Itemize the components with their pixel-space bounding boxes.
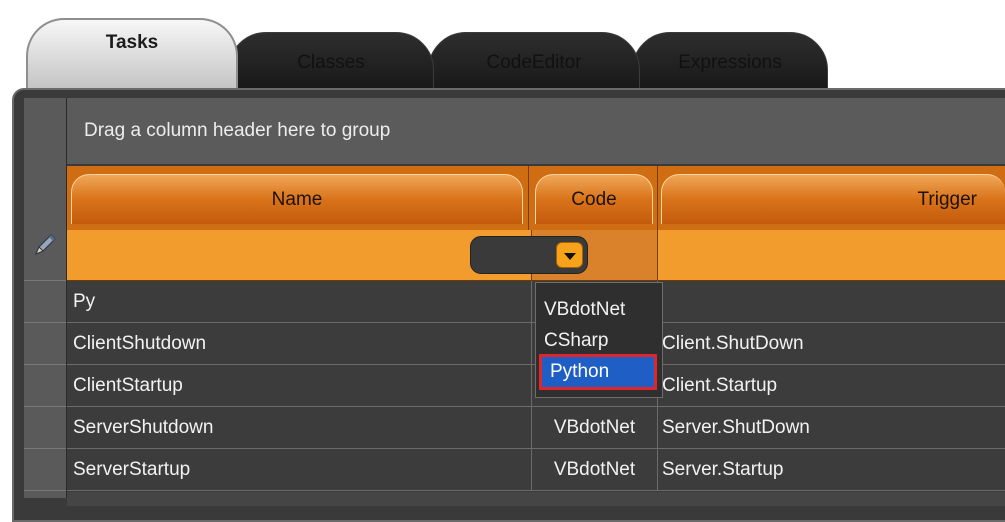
- cell-trigger[interactable]: Server.ShutDown: [659, 407, 1005, 448]
- cell-name[interactable]: ClientStartup: [67, 365, 531, 406]
- tab-tasks-label: Tasks: [105, 32, 159, 53]
- table-row[interactable]: ServerShutdown VBdotNet Server.ShutDown: [67, 407, 1005, 449]
- grid-empty-area: [67, 492, 1005, 506]
- code-combobox[interactable]: [470, 236, 588, 274]
- cell-name[interactable]: ServerStartup: [67, 449, 531, 490]
- cell-trigger[interactable]: Client.ShutDown: [659, 323, 1005, 364]
- group-by-hint: Drag a column header here to group: [84, 120, 391, 141]
- column-header-code[interactable]: Code: [535, 174, 653, 224]
- column-header-trigger[interactable]: Trigger: [661, 174, 1005, 224]
- cell-trigger[interactable]: Client.Startup: [659, 365, 1005, 406]
- dropdown-option-csharp[interactable]: CSharp: [544, 326, 608, 356]
- code-dropdown-list[interactable]: VBdotNet CSharp Python: [535, 282, 663, 398]
- column-header-name[interactable]: Name: [71, 174, 523, 224]
- column-header-row: Name Code Trigger: [67, 166, 1005, 231]
- tab-expressions-label: Expressions: [678, 52, 782, 73]
- cell-name[interactable]: ClientShutdown: [67, 323, 531, 364]
- cell-code[interactable]: VBdotNet: [531, 449, 658, 490]
- column-header-trigger-label: Trigger: [917, 189, 977, 210]
- group-by-panel[interactable]: Drag a column header here to group: [67, 98, 1005, 164]
- cell-code[interactable]: VBdotNet: [531, 407, 658, 448]
- chevron-down-icon[interactable]: [556, 242, 583, 268]
- tab-classes-label: Classes: [297, 52, 365, 73]
- cell-name[interactable]: ServerShutdown: [67, 407, 531, 448]
- tab-codeeditor-label: CodeEditor: [486, 52, 582, 73]
- dropdown-option-vbdotnet[interactable]: VBdotNet: [544, 295, 625, 325]
- pencil-icon: [34, 234, 56, 256]
- tab-tasks[interactable]: Tasks: [26, 18, 238, 98]
- column-header-name-label: Name: [271, 189, 323, 210]
- cell-trigger[interactable]: Server.Startup: [659, 449, 1005, 490]
- row-indicator-column: [24, 98, 67, 498]
- cell-name[interactable]: Py: [67, 281, 531, 322]
- column-header-code-label: Code: [571, 189, 617, 210]
- table-row[interactable]: ServerStartup VBdotNet Server.Startup: [67, 449, 1005, 491]
- cell-trigger[interactable]: [659, 281, 1005, 322]
- dropdown-option-python[interactable]: Python: [539, 354, 657, 390]
